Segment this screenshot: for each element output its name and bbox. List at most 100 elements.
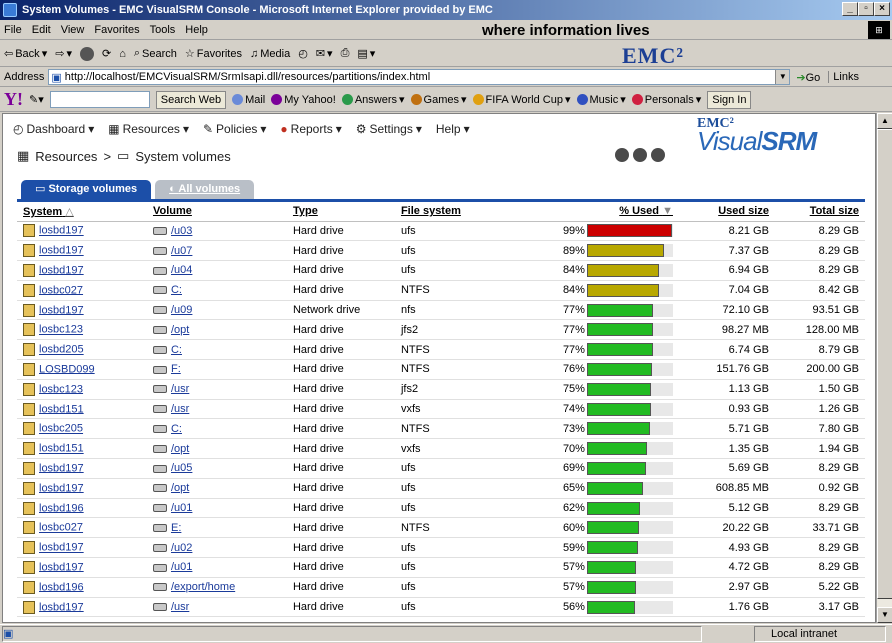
- volume-link[interactable]: C:: [171, 423, 182, 435]
- yahoo-logo[interactable]: Y!: [4, 89, 23, 110]
- yahoo-search-input[interactable]: [49, 91, 150, 108]
- col-filesystem[interactable]: File system: [394, 202, 557, 222]
- nav-dashboard[interactable]: ◴ Dashboard ▾: [13, 122, 94, 136]
- table-row[interactable]: losbd197/u07 Hard drive ufs 89% 7.37 GB 8.29 …: [17, 240, 865, 262]
- favorites-button[interactable]: ☆ Favorites: [185, 47, 242, 61]
- volume-link[interactable]: /export/home: [171, 581, 235, 593]
- yahoo-item-music[interactable]: Music ▾: [576, 93, 626, 106]
- close-button[interactable]: ×: [874, 2, 890, 16]
- maximize-button[interactable]: ▫: [858, 2, 874, 16]
- col-total-size[interactable]: Total size: [774, 202, 865, 222]
- volume-link[interactable]: /u05: [171, 462, 192, 474]
- table-row[interactable]: losbc027 C: Hard drive NTFS 84% 7.04 GB 8.42 G…: [17, 280, 865, 301]
- table-row[interactable]: losbd197/u04 Hard drive ufs 84% 6.94 GB 8.29 …: [17, 260, 865, 281]
- col-used-size[interactable]: Used size: [678, 202, 775, 222]
- yahoo-item-answers[interactable]: Answers ▾: [341, 93, 405, 106]
- yahoo-search-button[interactable]: Search Web: [155, 90, 227, 109]
- volume-link[interactable]: /u04: [171, 264, 192, 276]
- system-link[interactable]: losbd197: [39, 245, 84, 257]
- menu-favorites[interactable]: Favorites: [94, 24, 139, 36]
- nav-help[interactable]: Help ▾: [436, 122, 470, 136]
- go-button[interactable]: ➔Go: [796, 71, 820, 84]
- menu-tools[interactable]: Tools: [150, 24, 176, 36]
- volume-link[interactable]: /usr: [171, 601, 189, 613]
- history-button[interactable]: ◴: [298, 47, 308, 60]
- mail-button[interactable]: ✉ ▾: [316, 47, 333, 60]
- system-link[interactable]: losbd151: [39, 403, 84, 415]
- table-row[interactable]: losbd151/usr Hard drive vxfs 74% 0.93 GB 1.26…: [17, 399, 865, 420]
- nav-policies[interactable]: ✎ Policies ▾: [203, 122, 266, 136]
- table-row[interactable]: losbd197/u01 Hard drive ufs 57% 4.72 GB 8.29 …: [17, 557, 865, 578]
- system-link[interactable]: losbc123: [39, 324, 83, 336]
- yahoo-item-games[interactable]: Games ▾: [410, 93, 467, 106]
- forward-button[interactable]: ⇨ ▾: [55, 47, 72, 60]
- scroll-down-icon[interactable]: ▼: [877, 607, 892, 623]
- export-icon[interactable]: [651, 148, 665, 162]
- scroll-thumb[interactable]: [877, 129, 892, 599]
- menu-file[interactable]: File: [4, 24, 22, 36]
- table-row[interactable]: losbd196/export/home Hard drive ufs 57% 2.97…: [17, 577, 865, 598]
- table-row[interactable]: losbd197/u03 Hard drive ufs 99% 8.21 GB 8.29 …: [17, 221, 865, 242]
- volume-link[interactable]: /u01: [171, 561, 192, 573]
- media-button[interactable]: ♫ Media: [250, 48, 290, 60]
- system-link[interactable]: losbd197: [39, 601, 84, 613]
- refresh-button[interactable]: ⟳: [102, 47, 111, 60]
- vertical-scrollbar[interactable]: ▲ ▼: [876, 113, 892, 623]
- back-button[interactable]: ⇦ Back ▾: [4, 47, 47, 61]
- volume-link[interactable]: F:: [171, 363, 181, 375]
- system-link[interactable]: losbd197: [39, 462, 84, 474]
- volume-link[interactable]: /opt: [171, 324, 189, 336]
- stop-button[interactable]: [79, 46, 94, 61]
- table-row[interactable]: losbd151/opt Hard drive vxfs 70% 1.35 GB 1.94…: [17, 438, 865, 460]
- print-icon[interactable]: [633, 148, 647, 162]
- volume-link[interactable]: C:: [171, 284, 182, 296]
- yahoo-signin-button[interactable]: Sign In: [707, 90, 752, 109]
- volume-link[interactable]: /u01: [171, 502, 192, 514]
- volume-link[interactable]: /opt: [171, 482, 189, 494]
- help-icon[interactable]: [615, 148, 629, 162]
- tab-storage-volumes[interactable]: ▭ Storage volumes: [21, 180, 152, 199]
- yahoo-pencil-icon[interactable]: ✎▾: [29, 93, 44, 106]
- volume-link[interactable]: /u03: [171, 225, 192, 237]
- system-link[interactable]: losbd197: [39, 482, 84, 494]
- yahoo-item-personals[interactable]: Personals ▾: [631, 93, 701, 106]
- nav-reports[interactable]: ● Reports ▾: [280, 122, 341, 136]
- links-button[interactable]: Links: [828, 71, 859, 83]
- system-link[interactable]: losbd197: [39, 542, 84, 554]
- menu-view[interactable]: View: [61, 24, 85, 36]
- col-volume[interactable]: Volume: [146, 202, 287, 222]
- table-row[interactable]: losbd197/u05 Hard drive ufs 69% 5.69 GB 8.29 …: [17, 458, 865, 479]
- volume-link[interactable]: /usr: [171, 383, 189, 395]
- table-row[interactable]: losbc123/usr Hard drive jfs2 75% 1.13 GB 1.50…: [17, 379, 865, 400]
- menu-help[interactable]: Help: [185, 24, 208, 36]
- table-row[interactable]: losbd197/opt Hard drive ufs 65% 608.85 MB 0.9…: [17, 478, 865, 499]
- system-link[interactable]: losbc205: [39, 423, 83, 435]
- table-row[interactable]: losbc027 E: Hard drive NTFS 60% 20.22 GB 33.71…: [17, 517, 865, 539]
- print-button[interactable]: ⎙: [341, 47, 350, 60]
- system-link[interactable]: losbd197: [39, 304, 84, 316]
- system-link[interactable]: losbc027: [39, 284, 83, 296]
- volume-link[interactable]: /u09: [171, 304, 192, 316]
- col-type[interactable]: Type: [286, 202, 395, 222]
- volume-link[interactable]: /u02: [171, 542, 192, 554]
- volume-link[interactable]: E:: [171, 522, 181, 534]
- system-link[interactable]: losbd151: [39, 443, 84, 455]
- address-dropdown-icon[interactable]: ▼: [775, 70, 790, 84]
- volume-link[interactable]: /usr: [171, 403, 189, 415]
- system-link[interactable]: losbc123: [39, 383, 83, 395]
- system-link[interactable]: losbd205: [39, 344, 84, 356]
- yahoo-item-mail[interactable]: Mail: [232, 94, 265, 106]
- system-link[interactable]: losbd197: [39, 225, 84, 237]
- menu-edit[interactable]: Edit: [32, 24, 51, 36]
- table-row[interactable]: losbd197/u02 Hard drive ufs 59% 4.93 GB 8.29 …: [17, 537, 865, 559]
- tab-all-volumes[interactable]: ◐ All volumes: [155, 180, 255, 199]
- system-link[interactable]: losbd197: [39, 264, 84, 276]
- system-link[interactable]: losbd196: [39, 581, 84, 593]
- col-used-pct[interactable]: % Used ▼: [556, 202, 679, 222]
- table-row[interactable]: losbd205 C: Hard drive NTFS 77% 6.74 GB 8.79 G…: [17, 339, 865, 361]
- col-system[interactable]: System △: [17, 202, 147, 222]
- yahoo-item-fifa[interactable]: FIFA World Cup ▾: [472, 93, 571, 106]
- table-row[interactable]: losbd196/u01 Hard drive ufs 62% 5.12 GB 8.29 …: [17, 498, 865, 519]
- breadcrumb-root[interactable]: Resources: [35, 149, 97, 164]
- table-row[interactable]: losbc123/opt Hard drive jfs2 77% 98.27 MB 128…: [17, 319, 865, 341]
